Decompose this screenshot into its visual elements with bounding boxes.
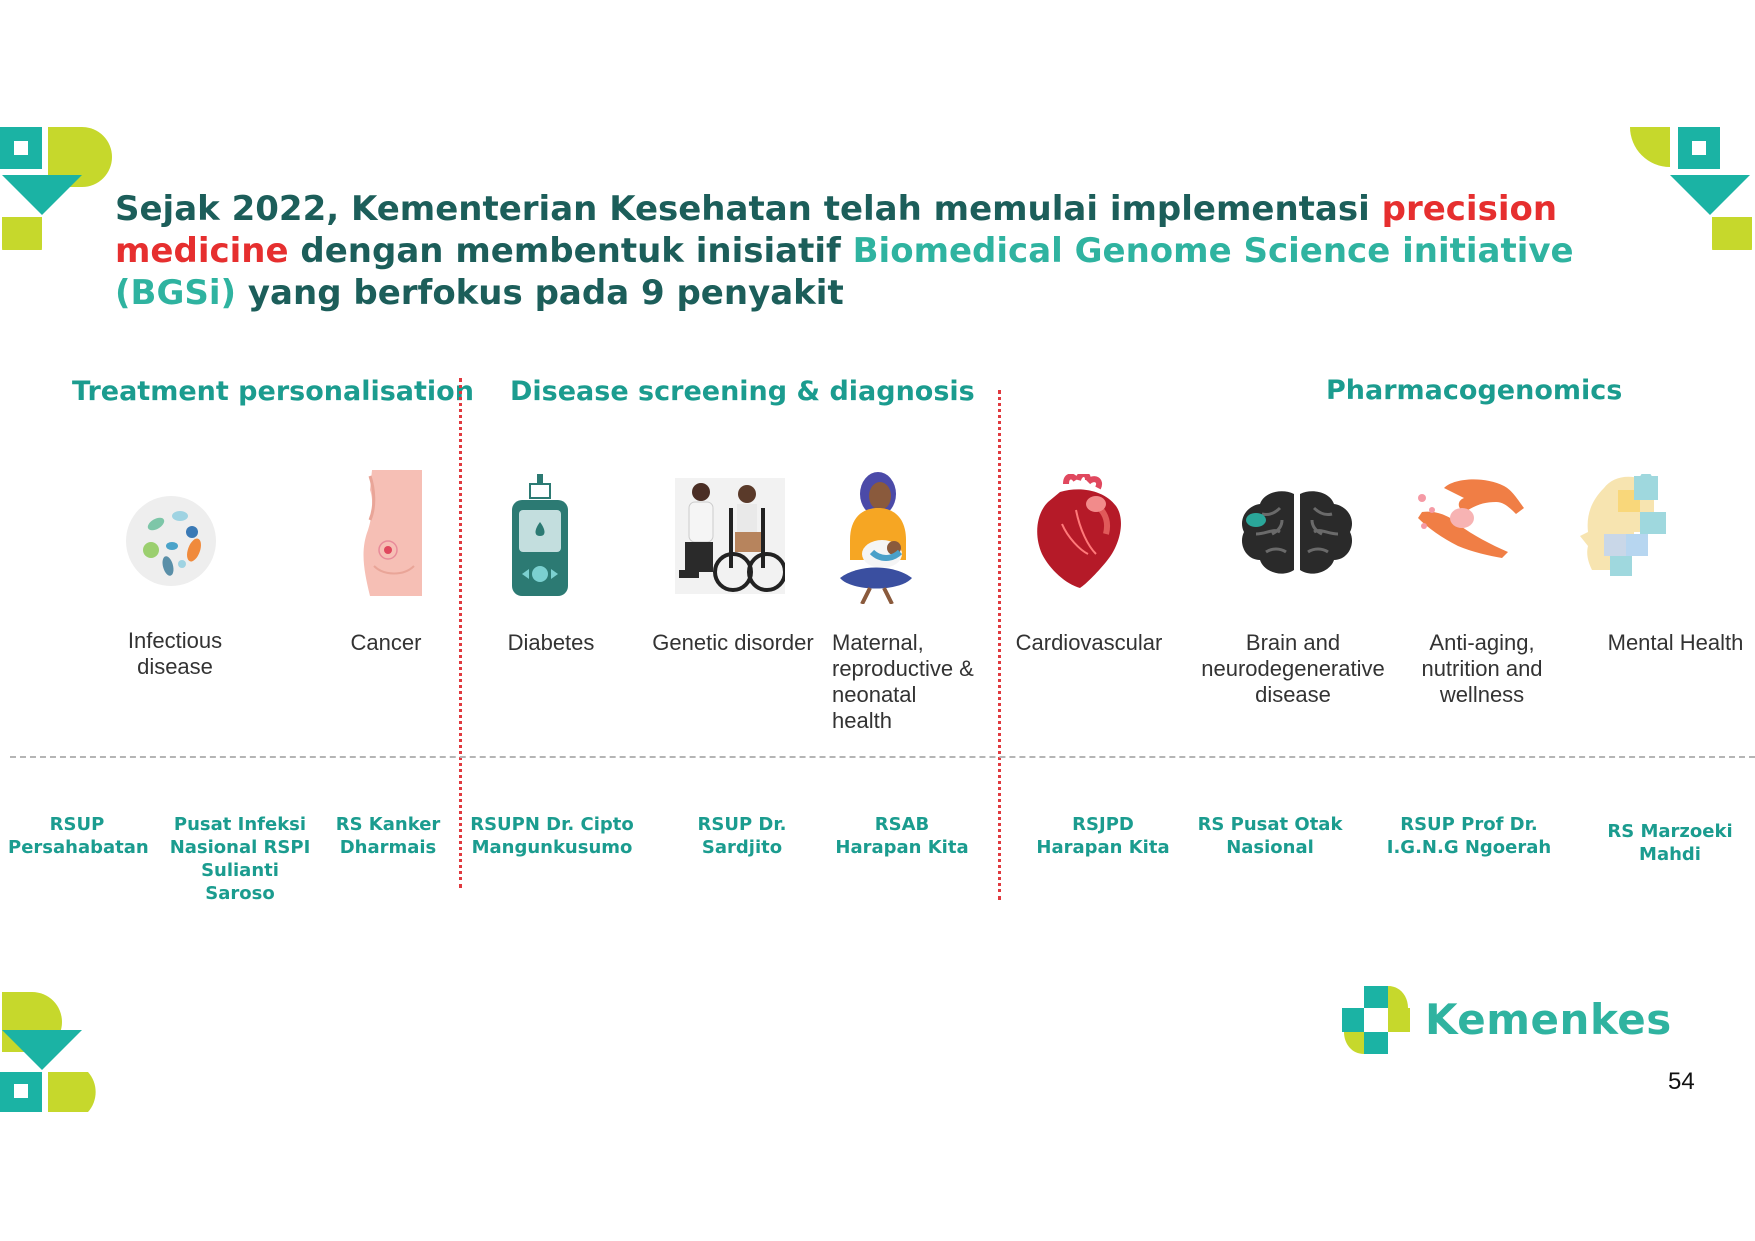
disease-label-maternal: Maternal, reproductive & neonatal health (832, 630, 974, 733)
title-text-1: Sejak 2022, Kementerian Kesehatan telah … (115, 189, 1382, 229)
title-text-3: yang berfokus pada 9 penyakit (236, 273, 844, 313)
category-treatment-personalisation: Treatment personalisation (72, 376, 474, 407)
divider-vertical-1 (459, 378, 462, 888)
wheelchair-patient-icon (675, 478, 785, 594)
brain-icon (1241, 491, 1353, 574)
corner-logo-bottom-left (0, 992, 96, 1112)
brand-name: Kemenkes (1425, 995, 1672, 1044)
disease-label-cancer: Cancer (350, 630, 422, 655)
hand-pill-icon (1418, 479, 1524, 558)
puzzle-head-icon (1580, 474, 1666, 576)
heart-icon (1037, 474, 1121, 588)
corner-logo-top-left (0, 127, 112, 250)
disease-label-cardiovascular: Cardiovascular (1015, 630, 1163, 655)
hospital-rsjpd-harapan-kita: RSJPD Harapan Kita (1036, 814, 1170, 858)
disease-label-brain: Brain and neurodegenerative disease (1201, 630, 1385, 707)
hospital-rs-kanker-dharmais: RS Kanker Dharmais (335, 814, 441, 858)
disease-label-diabetes: Diabetes (507, 630, 595, 655)
hospital-rsab-harapan-kita: RSAB Harapan Kita (835, 814, 969, 858)
disease-label-genetic: Genetic disorder (652, 630, 814, 655)
disease-label-anti-aging: Anti-aging, nutrition and wellness (1421, 630, 1543, 707)
hospital-rsup-persahabatan: RSUP Persahabatan (8, 814, 149, 858)
disease-label-mental-health: Mental Health (1607, 630, 1744, 655)
slide-title: Sejak 2022, Kementerian Kesehatan telah … (115, 188, 1595, 314)
corner-logo-top-right (1630, 127, 1752, 250)
mother-baby-icon (840, 472, 912, 604)
hospital-rsupn-cipto: RSUPN Dr. Cipto Mangunkusumo (470, 814, 634, 858)
bacteria-icon (126, 496, 216, 586)
page-number: 54 (1668, 1068, 1695, 1095)
glucose-meter-icon (512, 474, 568, 596)
hospital-rs-pusat-otak: RS Pusat Otak Nasional (1197, 814, 1343, 858)
hospital-rspi-sulianti-saroso: Pusat Infeksi Nasional RSPI Sulianti Sar… (169, 814, 311, 904)
disease-label-infectious: Infectious disease (127, 628, 223, 679)
hospital-rsup-sardjito: RSUP Dr. Sardjito (697, 814, 787, 858)
hospital-rsup-ngoerah: RSUP Prof Dr. I.G.N.G Ngoerah (1386, 814, 1552, 858)
kemenkes-logo-icon (1342, 986, 1410, 1054)
category-pharmacogenomics: Pharmacogenomics (1326, 375, 1623, 406)
category-disease-screening: Disease screening & diagnosis (510, 376, 975, 407)
breast-cancer-icon (363, 470, 422, 596)
hospital-rs-marzoeki-mahdi: RS Marzoeki Mahdi (1607, 821, 1733, 865)
divider-vertical-2 (998, 390, 1001, 900)
title-text-2: dengan membentuk inisiatif (288, 231, 853, 271)
divider-horizontal (10, 756, 1755, 758)
